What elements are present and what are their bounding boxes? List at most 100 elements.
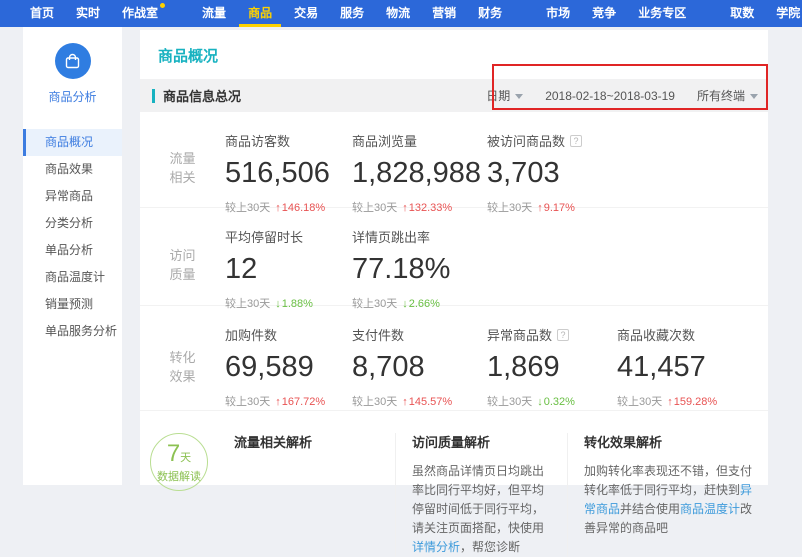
- metrics-row-traffic: 流量相关 商品访客数 516,506 较上30天146.18% 商品浏览量 1,…: [140, 112, 768, 207]
- metric-group-label: 转化效果: [140, 325, 225, 410]
- delta-up: 145.57%: [402, 396, 452, 408]
- insight-visit-quality: 访问质量解析 虽然商品详情页日均跳出率比同行平均好，但平均停留时间低于同行平均，…: [395, 433, 567, 557]
- compare-prefix: 较上30天: [617, 396, 662, 408]
- nav-item-academy[interactable]: 学院: [776, 0, 800, 27]
- date-type-dropdown[interactable]: 日期: [486, 87, 523, 104]
- metric-value: 8,708: [352, 351, 487, 384]
- metric-value: 12: [225, 253, 352, 286]
- sidebar-item-item-service-analysis[interactable]: 单品服务分析: [23, 318, 122, 345]
- date-range-picker[interactable]: 2018-02-18~2018-03-19: [545, 89, 675, 103]
- filter-controls: 日期 2018-02-18~2018-03-19 所有终端: [486, 79, 758, 112]
- metric-label: 商品浏览量: [352, 131, 417, 150]
- main-content: 商品概况 商品信息总况 日期 2018-02-18~2018-03-19 所有终…: [140, 30, 768, 485]
- section-accent-bar: [152, 89, 155, 103]
- compare-prefix: 较上30天: [225, 298, 270, 310]
- delta-up: 132.33%: [402, 202, 452, 214]
- sidebar-menu: 商品概况 商品效果 异常商品 分类分析 单品分析 商品温度计 销量预测 单品服务…: [23, 129, 122, 345]
- delta-up: 167.72%: [275, 396, 325, 408]
- insight-text: 加购转化率表现还不错，但支付转化率低于同行平均，赶快到异常商品并结合使用商品温度…: [584, 462, 754, 538]
- help-icon[interactable]: ?: [557, 329, 569, 341]
- product-analysis-icon: [55, 43, 91, 79]
- metric-label: 平均停留时长: [225, 227, 303, 246]
- metric-value: 516,506: [225, 157, 352, 190]
- nav-item-logistics[interactable]: 物流: [386, 0, 410, 27]
- metric-label: 商品访客数: [225, 131, 290, 150]
- insight-conversion: 转化效果解析 加购转化率表现还不错，但支付转化率低于同行平均，赶快到异常商品并结…: [567, 433, 768, 557]
- sidebar-header: 商品分析: [23, 27, 122, 105]
- metric-label: 被访问商品数: [487, 131, 565, 150]
- terminal-dropdown[interactable]: 所有终端: [697, 87, 758, 104]
- chevron-down-icon: [750, 94, 758, 99]
- compare-prefix: 较上30天: [352, 396, 397, 408]
- help-icon[interactable]: ?: [570, 135, 582, 147]
- sidebar-item-abnormal-products[interactable]: 异常商品: [23, 183, 122, 210]
- metric-value: 77.18%: [352, 253, 487, 286]
- badge-days: 7: [167, 440, 180, 467]
- metric-detail-bounce-rate: 详情页跳出率 77.18% 较上30天2.66%: [352, 227, 487, 305]
- nav-item-realtime[interactable]: 实时: [76, 0, 100, 27]
- metric-group-label: 访问质量: [140, 227, 225, 305]
- terminal-label: 所有终端: [697, 87, 745, 104]
- nav-item-market[interactable]: 市场: [546, 0, 570, 27]
- nav-item-business-zone[interactable]: 业务专区: [638, 0, 686, 27]
- metrics-row-conversion: 转化效果 加购件数 69,589 较上30天167.72% 支付件数 8,708…: [140, 305, 768, 410]
- date-type-label: 日期: [486, 87, 510, 104]
- metric-label: 商品收藏次数: [617, 325, 695, 344]
- delta-up: 9.17%: [537, 202, 575, 214]
- nav-item-service[interactable]: 服务: [340, 0, 364, 27]
- metric-avg-stay-time: 平均停留时长 12 较上30天1.88%: [225, 227, 352, 305]
- metric-group-label: 流量相关: [140, 131, 225, 207]
- insight-title: 访问质量解析: [412, 433, 553, 452]
- nav-item-marketing[interactable]: 营销: [432, 0, 456, 27]
- seven-day-badge-icon: 7天 数据解读: [150, 433, 208, 491]
- sidebar-item-item-analysis[interactable]: 单品分析: [23, 237, 122, 264]
- sidebar-item-sales-forecast[interactable]: 销量预测: [23, 291, 122, 318]
- metric-value: 1,828,988: [352, 157, 487, 190]
- shopping-bag-icon: [64, 53, 81, 70]
- metric-value: 69,589: [225, 351, 352, 384]
- insight-text: 虽然商品详情页日均跳出率比同行平均好，但平均停留时间低于同行平均，请关注页面搭配…: [412, 462, 553, 557]
- sidebar-item-product-thermometer[interactable]: 商品温度计: [23, 264, 122, 291]
- sidebar-item-category-analysis[interactable]: 分类分析: [23, 210, 122, 237]
- chevron-down-icon: [515, 94, 523, 99]
- metric-label: 加购件数: [225, 325, 277, 344]
- metric-label: 异常商品数: [487, 325, 552, 344]
- compare-prefix: 较上30天: [487, 396, 532, 408]
- delta-up: 159.28%: [667, 396, 717, 408]
- page-title: 商品概况: [140, 30, 768, 79]
- delta-down: 1.88%: [275, 298, 313, 310]
- sidebar-item-product-effect[interactable]: 商品效果: [23, 156, 122, 183]
- compare-prefix: 较上30天: [352, 298, 397, 310]
- insight-title: 流量相关解析: [234, 433, 381, 452]
- insights-section: 7天 数据解读 流量相关解析 访问质量解析 虽然商品详情页日均跳出率比同行平均好…: [140, 410, 768, 557]
- product-thermometer-link[interactable]: 商品温度计: [680, 502, 740, 516]
- metric-value: 41,457: [617, 351, 744, 384]
- insight-traffic: 流量相关解析: [218, 433, 395, 557]
- section-title: 商品信息总况: [163, 86, 241, 105]
- insight-title: 转化效果解析: [584, 433, 754, 452]
- metric-favorite-count: 商品收藏次数 41,457 较上30天 159.28%: [617, 325, 744, 410]
- badge-label: 数据解读: [151, 468, 207, 484]
- nav-item-competition[interactable]: 竞争: [592, 0, 616, 27]
- sidebar: 商品分析 商品概况 商品效果 异常商品 分类分析 单品分析 商品温度计 销量预测…: [23, 27, 122, 485]
- delta-down: 2.66%: [402, 298, 440, 310]
- nav-item-finance[interactable]: 财务: [478, 0, 502, 27]
- nav-item-traffic[interactable]: 流量: [202, 0, 226, 27]
- metric-product-pageviews: 商品浏览量 1,828,988 较上30天132.33%: [352, 131, 487, 207]
- metric-value: 1,869: [487, 351, 617, 384]
- metric-abnormal-products: 异常商品数? 1,869 较上30天0.32%: [487, 325, 617, 410]
- nav-item-data-extract[interactable]: 取数: [730, 0, 754, 27]
- delta-up: 146.18%: [275, 202, 325, 214]
- nav-item-trade[interactable]: 交易: [294, 0, 318, 27]
- metric-label: 详情页跳出率: [352, 227, 430, 246]
- nav-item-home[interactable]: 首页: [30, 0, 54, 27]
- metric-add-cart-count: 加购件数 69,589 较上30天167.72%: [225, 325, 352, 410]
- badge-days-unit: 天: [180, 452, 191, 464]
- nav-item-product[interactable]: 商品: [248, 0, 272, 27]
- metric-value: 3,703: [487, 157, 617, 190]
- detail-analysis-link[interactable]: 详情分析: [412, 540, 460, 554]
- sidebar-item-product-overview[interactable]: 商品概况: [23, 129, 122, 156]
- metric-paid-count: 支付件数 8,708 较上30天 145.57%: [352, 325, 487, 410]
- metric-label: 支付件数: [352, 325, 404, 344]
- nav-item-war-room[interactable]: 作战室: [122, 0, 158, 27]
